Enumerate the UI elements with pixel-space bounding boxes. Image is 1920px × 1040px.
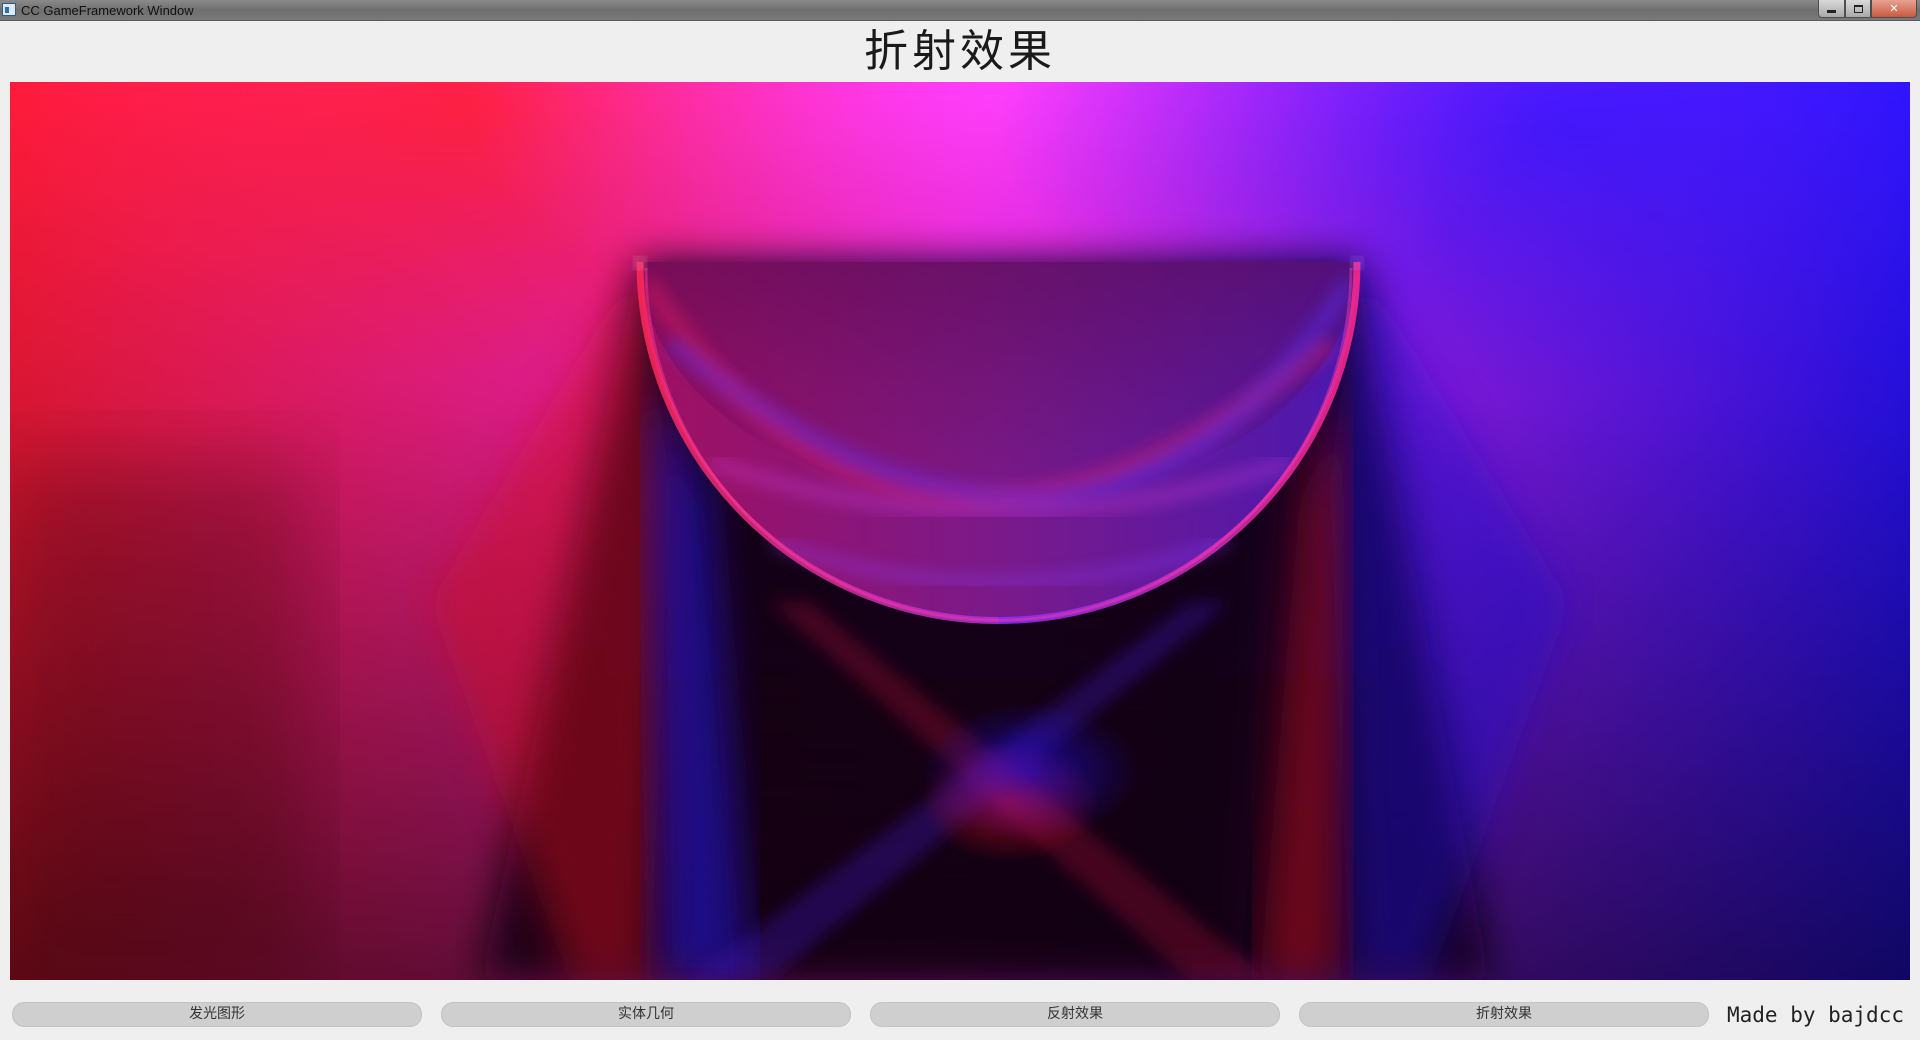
window-controls: ✕ bbox=[1818, 0, 1917, 19]
maximize-button[interactable] bbox=[1845, 0, 1871, 18]
background-left-darken bbox=[10, 462, 310, 980]
corner-highlight-left bbox=[634, 257, 646, 269]
minimize-button[interactable] bbox=[1818, 0, 1845, 18]
caustic-glow-blue bbox=[920, 702, 1140, 842]
minimize-icon bbox=[1827, 10, 1836, 13]
close-icon: ✕ bbox=[1889, 2, 1899, 15]
render-canvas[interactable] bbox=[10, 82, 1910, 980]
refraction-scene bbox=[10, 82, 1910, 980]
app-icon bbox=[2, 3, 16, 16]
solid-geometry-button[interactable]: 实体几何 bbox=[441, 1002, 851, 1027]
author-credit: Made by bajdcc bbox=[1726, 1003, 1904, 1027]
app-window: CC GameFramework Window ✕ 折射效果 发光图形 实体几何… bbox=[0, 0, 1920, 1040]
reflection-effect-button[interactable]: 反射效果 bbox=[870, 1002, 1280, 1027]
window-title: CC GameFramework Window bbox=[21, 3, 194, 18]
close-button[interactable]: ✕ bbox=[1871, 0, 1917, 18]
scene-title: 折射效果 bbox=[864, 26, 1056, 77]
maximize-icon bbox=[1853, 4, 1863, 13]
glowing-shapes-button[interactable]: 发光图形 bbox=[12, 1002, 422, 1027]
title-bar[interactable]: CC GameFramework Window ✕ bbox=[0, 0, 1920, 21]
bottom-bar: 发光图形 实体几何 反射效果 折射效果 Made by bajdcc bbox=[0, 994, 1920, 1034]
corner-highlight-right bbox=[1351, 257, 1363, 269]
refraction-effect-button[interactable]: 折射效果 bbox=[1299, 1002, 1709, 1027]
